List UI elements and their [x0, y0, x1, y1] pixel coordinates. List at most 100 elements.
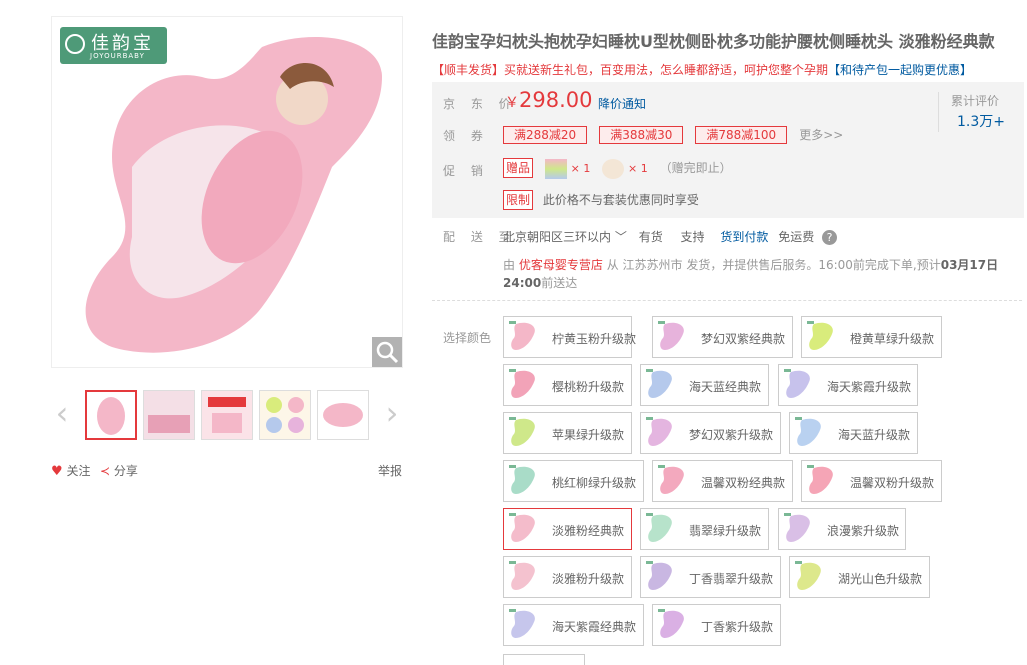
- coupon-1[interactable]: 满288减20: [503, 126, 588, 144]
- thumb-next-button[interactable]: ›: [381, 388, 403, 440]
- help-icon[interactable]: ?: [822, 230, 838, 245]
- promo-line: 【顺丰发货】买就送新生礼包，百变用法，怎么睡都舒适，呵护您整个孕期【和待产包一起…: [432, 61, 972, 78]
- color-option-label: 梦幻双紫升级款: [689, 428, 774, 442]
- cod-link[interactable]: 货到付款: [720, 230, 768, 244]
- heart-icon: ♥: [51, 464, 63, 479]
- color-thumb-image: [508, 560, 542, 594]
- color-option[interactable]: 海天蓝升级款: [789, 412, 918, 454]
- zoom-button[interactable]: [372, 337, 402, 367]
- thumb-poster-image: [202, 391, 252, 439]
- magnifier-icon: [376, 341, 399, 364]
- thumbnail-2[interactable]: [143, 390, 195, 440]
- share-button[interactable]: ≺ 分享: [100, 462, 138, 479]
- color-thumb-image: [783, 368, 817, 402]
- color-option[interactable]: 温馨双粉经典款: [652, 460, 793, 502]
- coupon-3[interactable]: 满788减100: [695, 126, 788, 144]
- price-value: ￥298.00: [505, 88, 592, 112]
- thumbnail-3[interactable]: [201, 390, 253, 440]
- color-option[interactable]: 海天蓝经典款: [640, 364, 769, 406]
- color-thumb-image: [645, 416, 679, 450]
- color-option[interactable]: 海天紫霞升级款: [778, 364, 918, 406]
- limit-tag: 限制: [503, 190, 534, 210]
- color-option[interactable]: 淡雅粉经典款: [503, 508, 632, 550]
- price-notify-link[interactable]: 降价通知: [598, 95, 646, 112]
- color-option-label: 淡雅粉升级款: [552, 572, 625, 586]
- follow-label: 关注: [66, 464, 91, 478]
- thumbnail-4[interactable]: [259, 390, 311, 440]
- color-thumb-image: [657, 320, 691, 354]
- color-option[interactable]: 淡雅粉升级款: [503, 556, 632, 598]
- color-option-label: 苹果绿升级款: [552, 428, 625, 442]
- color-thumb-image: [645, 560, 679, 594]
- color-option-label: 浪漫紫升级款: [827, 524, 900, 538]
- gift-clothes-icon[interactable]: [602, 158, 625, 179]
- color-option-label: 丁香翡翠升级款: [689, 572, 774, 586]
- thumb-pillow-image: [87, 392, 135, 438]
- color-thumb-image: [645, 512, 679, 546]
- color-option-label: 湖光山色升级款: [838, 572, 923, 586]
- color-thumb-image: [806, 464, 840, 498]
- brand-logo: 佳韵宝 JOYOURBABY: [60, 27, 167, 64]
- color-option[interactable]: 桃红柳绿升级款: [503, 460, 644, 502]
- color-option[interactable]: 梦幻双紫经典款: [652, 316, 793, 358]
- store-link[interactable]: 优客母婴专营店: [519, 258, 603, 272]
- review-summary[interactable]: 累计评价 1.3万+: [938, 92, 1018, 132]
- color-option-label: 柠黄玉粉升级款: [552, 332, 637, 346]
- color-thumb-image: [508, 416, 542, 450]
- support-label: 支持: [680, 230, 705, 244]
- currency-symbol: ￥: [505, 95, 519, 111]
- promo-link[interactable]: 【和待产包一起购更优惠】: [828, 63, 972, 77]
- color-thumb-image: [508, 368, 542, 402]
- color-option[interactable]: 丁香紫升级款: [652, 604, 781, 646]
- ship-by: 由: [503, 258, 516, 272]
- thumbnail-5[interactable]: [317, 390, 369, 440]
- color-option[interactable]: 橙黄草绿升级款: [801, 316, 942, 358]
- color-option[interactable]: 樱桃粉升级款: [503, 364, 632, 406]
- main-product-image[interactable]: 佳韵宝 JOYOURBABY: [51, 16, 403, 368]
- free-shipping: 免运费: [778, 230, 815, 244]
- color-thumb-image: [783, 512, 817, 546]
- color-option-more[interactable]: [503, 654, 585, 665]
- color-option-label: 海天紫霞经典款: [552, 620, 637, 634]
- color-option[interactable]: 浪漫紫升级款: [778, 508, 906, 550]
- divider: [432, 300, 1022, 301]
- color-option[interactable]: 柠黄玉粉升级款: [503, 316, 636, 358]
- thumb-colors-image: [260, 391, 310, 439]
- color-option-label: 樱桃粉升级款: [552, 380, 625, 394]
- coupon-more-link[interactable]: 更多>>: [799, 128, 843, 142]
- color-option-label: 桃红柳绿升级款: [552, 476, 637, 490]
- follow-button[interactable]: ♥ 关注: [51, 462, 91, 479]
- gift-note: （赠完即止）: [659, 161, 732, 175]
- coupon-label: 领 券: [443, 129, 489, 143]
- chevron-right-icon: ›: [385, 394, 399, 432]
- color-thumb-image: [794, 416, 828, 450]
- color-option[interactable]: 翡翠绿升级款: [640, 508, 769, 550]
- coupon-list: 满288减20 满388减30 满788减100 更多>>: [503, 126, 843, 144]
- promotion-label: 促 销: [443, 164, 489, 178]
- thumbnail-1[interactable]: [85, 390, 137, 440]
- color-option-label: 温馨双粉升级款: [850, 476, 935, 490]
- color-thumb-image: [508, 608, 542, 642]
- color-thumb-image: [645, 368, 679, 402]
- pillow-photo: [52, 17, 402, 367]
- brand-sub: JOYOURBABY: [90, 52, 145, 60]
- thumb-prev-button[interactable]: ‹: [51, 388, 73, 440]
- color-option[interactable]: 梦幻双紫升级款: [640, 412, 781, 454]
- color-option[interactable]: 苹果绿升级款: [503, 412, 632, 454]
- color-option[interactable]: 丁香翡翠升级款: [640, 556, 781, 598]
- color-thumb-image: [657, 608, 691, 642]
- address-select[interactable]: 北京朝阳区三环以内: [503, 230, 611, 244]
- report-link[interactable]: 举报: [378, 462, 402, 479]
- color-option-label: 梦幻双紫经典款: [701, 332, 786, 346]
- logo-mark-icon: [65, 34, 85, 54]
- gift-qty-2: × 1: [628, 162, 648, 175]
- gift-row: 赠品 × 1 × 1 （赠完即止）: [503, 158, 732, 179]
- color-option-label: 海天紫霞升级款: [827, 380, 912, 394]
- coupon-2[interactable]: 满388减30: [599, 126, 684, 144]
- color-option[interactable]: 湖光山色升级款: [789, 556, 930, 598]
- share-label: 分享: [113, 464, 138, 478]
- share-icon: ≺: [100, 464, 111, 478]
- color-option[interactable]: 温馨双粉升级款: [801, 460, 942, 502]
- gift-towel-icon[interactable]: [544, 158, 567, 179]
- color-option[interactable]: 海天紫霞经典款: [503, 604, 644, 646]
